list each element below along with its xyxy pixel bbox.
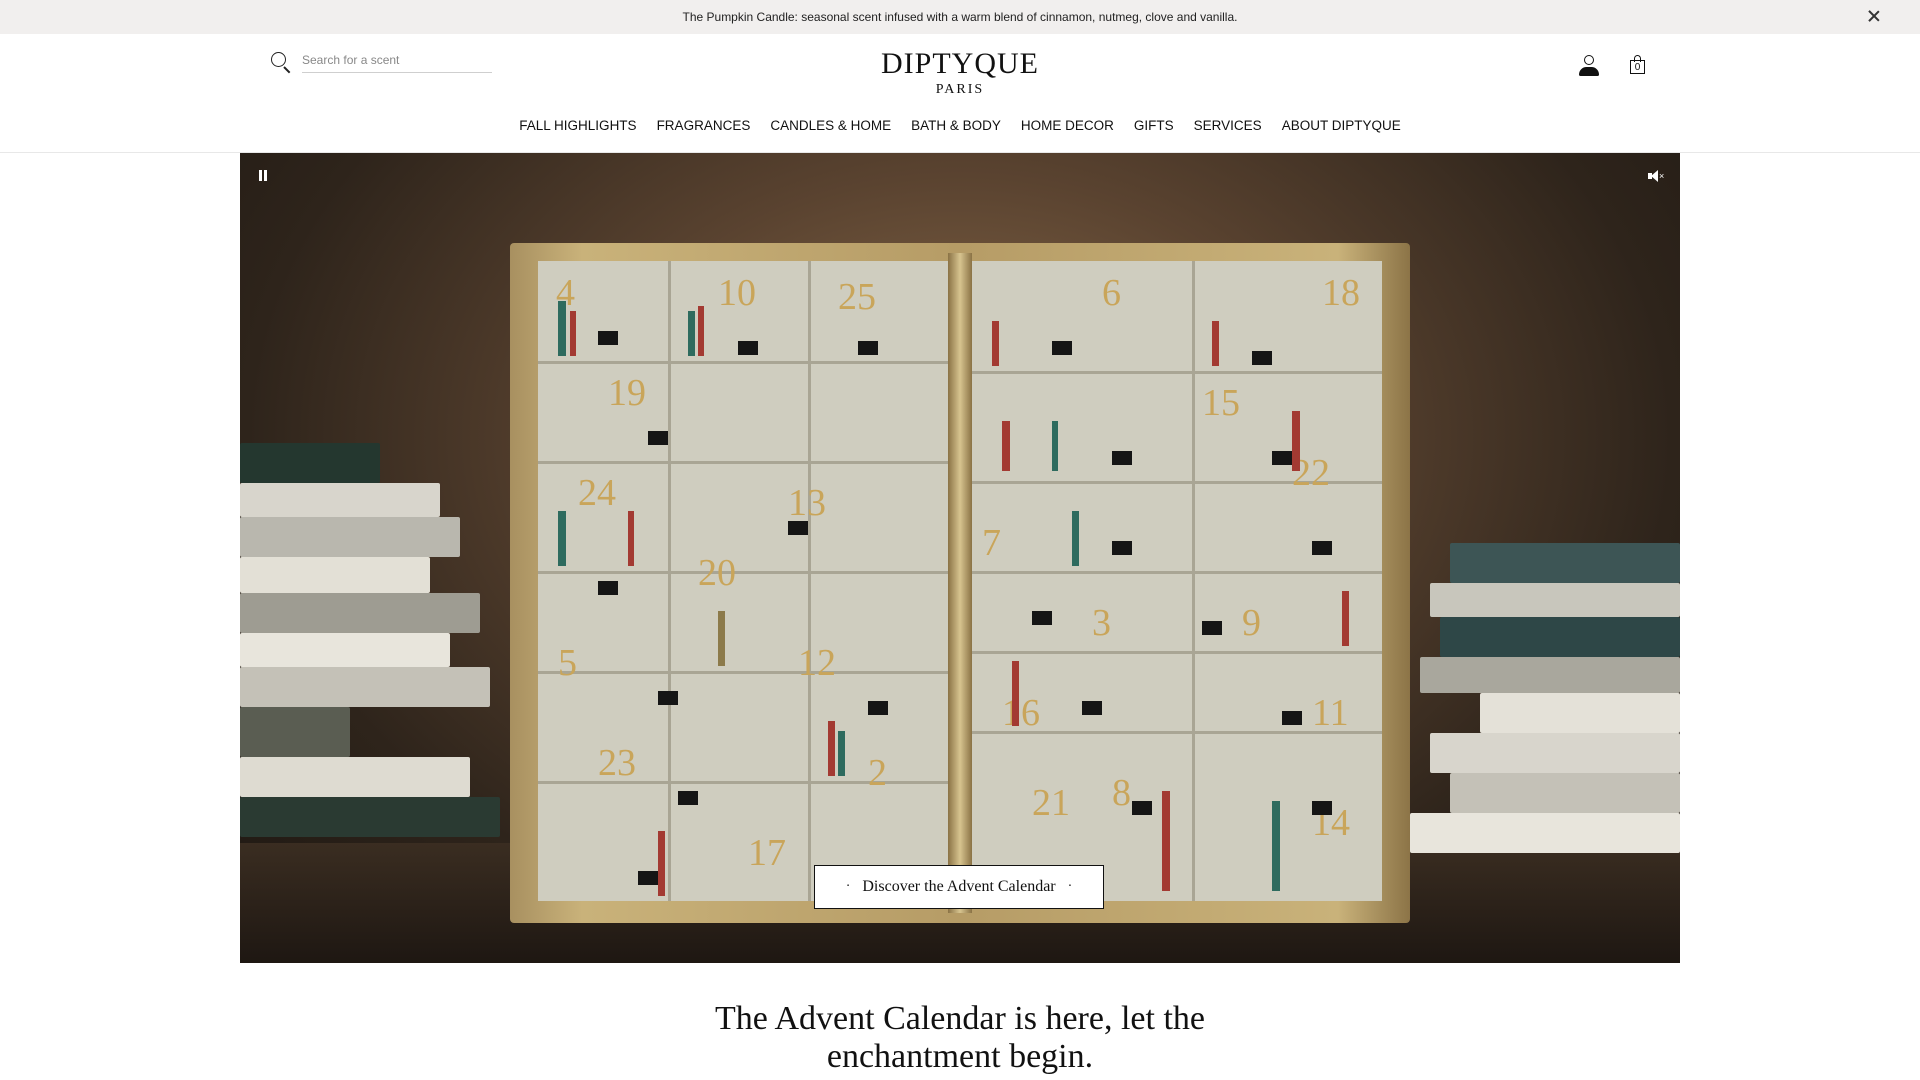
close-icon[interactable] (1866, 8, 1882, 24)
calendar-number: 8 (1112, 772, 1131, 814)
cta-dot-left: · (845, 879, 851, 894)
calendar-number: 3 (1092, 602, 1111, 644)
calendar-number: 17 (748, 832, 786, 874)
headline-line-1: The Advent Calendar is here, let the (715, 1000, 1205, 1037)
calendar-number: 25 (838, 276, 876, 318)
nav-item-services[interactable]: SERVICES (1184, 118, 1272, 133)
calendar-number: 6 (1102, 272, 1121, 314)
logo-subtitle: PARIS (935, 82, 985, 97)
announcement-bar: The Pumpkin Candle: seasonal scent infus… (0, 0, 1920, 34)
bag-count: 0 (1634, 62, 1641, 73)
cta-dot-right: · (1067, 879, 1073, 894)
calendar-right-panel: 6 18 15 22 7 3 9 16 11 21 8 14 (972, 261, 1382, 901)
calendar-number: 5 (558, 642, 577, 684)
calendar-number: 15 (1202, 382, 1240, 424)
nav-item-gifts[interactable]: GIFTS (1124, 118, 1184, 133)
hero-video[interactable]: 4 10 25 19 24 13 20 5 12 23 2 17 6 18 15… (240, 153, 1680, 963)
announcement-text: The Pumpkin Candle: seasonal scent infus… (682, 10, 1238, 24)
mute-icon[interactable]: × (1648, 169, 1664, 183)
calendar-number: 23 (598, 742, 636, 784)
calendar-number: 13 (788, 482, 826, 524)
calendar-number: 10 (718, 272, 756, 314)
calendar-number: 2 (868, 752, 887, 794)
calendar-number: 24 (578, 472, 616, 514)
cta-label: Discover the Advent Calendar (862, 878, 1056, 895)
main-nav: FALL HIGHLIGHTS FRAGRANCES CANDLES & HOM… (0, 118, 1920, 133)
calendar-number: 19 (608, 372, 646, 414)
headline-line-2: enchantment begin. (826, 1038, 1094, 1075)
discover-advent-calendar-button[interactable]: · Discover the Advent Calendar · (814, 865, 1104, 909)
nav-item-candles-home[interactable]: CANDLES & HOME (760, 118, 901, 133)
calendar-number: 16 (1002, 692, 1040, 734)
calendar-number: 20 (698, 552, 736, 594)
calendar-number: 11 (1312, 692, 1349, 734)
nav-item-home-decor[interactable]: HOME DECOR (1011, 118, 1124, 133)
site-header: DIPTYQUE PARIS 0 FALL HIGHLIGHTS FRAGRAN… (0, 34, 1920, 153)
nav-item-fall-highlights[interactable]: FALL HIGHLIGHTS (509, 118, 646, 133)
shopping-bag-icon[interactable]: 0 (1628, 54, 1648, 76)
calendar-left-panel: 4 10 25 19 24 13 20 5 12 23 2 17 (538, 261, 948, 901)
book-stack-right (1410, 543, 1680, 883)
book-stack-left (240, 443, 500, 863)
nav-item-about[interactable]: ABOUT DIPTYQUE (1272, 118, 1411, 133)
calendar-spine (948, 253, 972, 913)
advent-calendar-image: 4 10 25 19 24 13 20 5 12 23 2 17 6 18 15… (510, 243, 1410, 923)
calendar-number: 21 (1032, 782, 1070, 824)
calendar-number: 9 (1242, 602, 1261, 644)
calendar-number: 7 (982, 522, 1001, 564)
calendar-number: 12 (798, 642, 836, 684)
nav-item-fragrances[interactable]: FRAGRANCES (647, 118, 761, 133)
calendar-number: 18 (1322, 272, 1360, 314)
account-icon[interactable] (1577, 54, 1601, 78)
nav-item-bath-body[interactable]: BATH & BODY (901, 118, 1011, 133)
page-headline: The Advent Calendar is here, let the enc… (0, 1000, 1920, 1076)
pause-icon[interactable] (256, 169, 270, 183)
